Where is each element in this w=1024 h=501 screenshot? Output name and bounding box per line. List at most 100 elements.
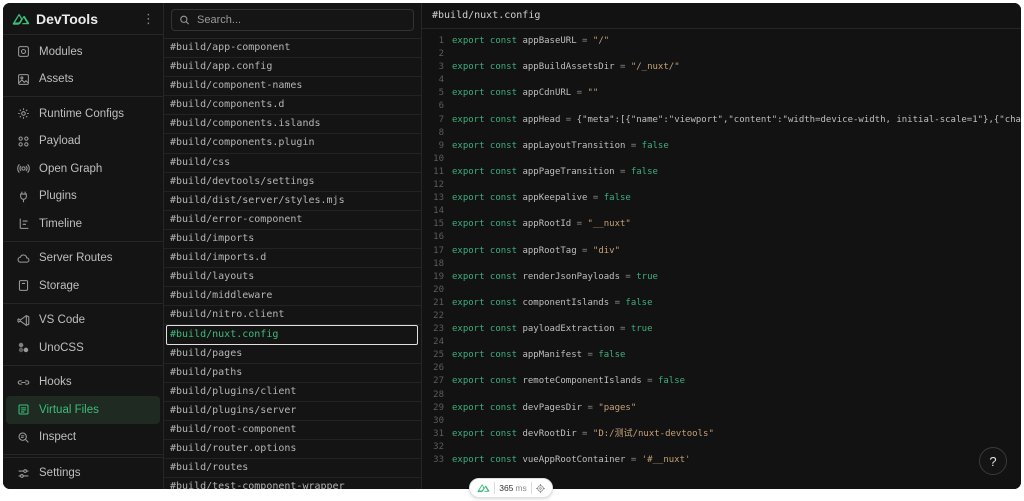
code-line: 30	[422, 415, 1021, 428]
help-button[interactable]: ?	[979, 447, 1007, 475]
file-item[interactable]: #build/imports	[164, 230, 421, 250]
sidebar-item-storage[interactable]: Storage	[6, 272, 160, 300]
file-item[interactable]: #build/nitro.client	[164, 306, 421, 326]
code-identifier: appBuildAssetsDir	[522, 62, 615, 73]
code-line: 32	[422, 441, 1021, 454]
sidebar-item-payload[interactable]: Payload	[6, 128, 160, 156]
code-file-title: #build/nuxt.config	[422, 3, 1021, 29]
vscode-icon	[16, 313, 30, 327]
file-item[interactable]: #build/routes	[164, 459, 421, 479]
file-item[interactable]: #build/test-component-wrapper	[164, 478, 421, 489]
file-item[interactable]: #build/devtools/settings	[164, 173, 421, 192]
file-item[interactable]: #build/layouts	[164, 268, 421, 288]
sidebar-item-vs-code[interactable]: VS Code	[6, 307, 160, 335]
code-line: 11 export const appPageTransition = false	[422, 166, 1021, 179]
file-item[interactable]: #build/component-names	[164, 77, 421, 97]
code-line: 9 export const appLayoutTransition = fals…	[422, 140, 1021, 153]
devtools-window: DevTools ⋮ Modules Assets Runtime Configs P…	[3, 3, 1021, 489]
sidebar-item-label: Modules	[39, 45, 83, 58]
timeline-icon	[16, 217, 30, 231]
file-item[interactable]: #build/components.islands	[164, 115, 421, 135]
file-list: #build/app-component #build/app.config #bu…	[164, 39, 421, 489]
file-item[interactable]: #build/imports.d	[164, 249, 421, 269]
code-line: 3 export const appBuildAssetsDir = "/_nux…	[422, 61, 1021, 74]
file-item[interactable]: #build/components.d	[164, 96, 421, 116]
code-keyword: export const	[452, 193, 518, 204]
sidebar-item-server-routes[interactable]: Server Routes	[6, 245, 160, 273]
sidebar-item-virtual-files[interactable]: Virtual Files	[6, 396, 160, 424]
file-item-active[interactable]: #build/nuxt.config	[166, 325, 418, 345]
devtools-timing-pill[interactable]: 365 ms	[469, 478, 553, 498]
app-name: DevTools	[36, 10, 98, 27]
line-number: 25	[433, 350, 444, 361]
file-item[interactable]: #build/components.plugin	[164, 134, 421, 154]
divider	[494, 482, 496, 494]
sidebar-item-label: Runtime Configs	[39, 107, 125, 120]
sidebar-footer: Settings	[3, 456, 163, 490]
sidebar-item-unocss[interactable]: UnoCSS	[6, 334, 160, 362]
code-viewer: #build/nuxt.config 1 export const appBase…	[422, 3, 1021, 489]
line-number: 3	[438, 62, 444, 73]
file-item[interactable]: #build/middleware	[164, 287, 421, 307]
code-value: "pages"	[598, 402, 637, 413]
code-text: export const appRootId = "__nuxt"	[452, 219, 631, 230]
sidebar-item-open-graph[interactable]: Open Graph	[6, 155, 160, 183]
code-text: export const appPageTransition = false	[452, 166, 658, 177]
search-input[interactable]	[197, 14, 406, 26]
code-value: "D:/测试/nuxt-devtools"	[592, 428, 714, 439]
sidebar-nav: Modules Assets Runtime Configs Payload Open …	[3, 35, 163, 455]
code-value: "div"	[592, 245, 620, 256]
line-number: 11	[433, 166, 444, 177]
sidebar-item-settings[interactable]: Settings	[6, 460, 160, 488]
file-item[interactable]: #build/app.config	[164, 58, 421, 78]
sidebar-item-runtime-configs[interactable]: Runtime Configs	[6, 100, 160, 128]
code-identifier: appCdnURL	[522, 88, 572, 99]
code-keyword: export const	[452, 324, 518, 335]
sidebar-item-modules[interactable]: Modules	[6, 38, 160, 66]
line-number: 24	[433, 337, 444, 348]
open-graph-icon	[16, 162, 30, 176]
modules-icon	[16, 45, 30, 59]
search-box	[171, 9, 414, 31]
code-keyword: export const	[452, 36, 518, 46]
file-item[interactable]: #build/app-component	[164, 39, 421, 59]
code-line: 26	[422, 362, 1021, 375]
sidebar-item-label: Hooks	[39, 376, 72, 389]
code-value: false	[603, 193, 631, 204]
line-number: 26	[433, 363, 444, 374]
file-item[interactable]: #build/dist/server/styles.mjs	[164, 192, 421, 211]
line-number: 7	[438, 114, 444, 125]
file-item[interactable]: #build/plugins/server	[164, 402, 421, 421]
file-item[interactable]: #build/css	[164, 154, 421, 173]
sidebar-item-inspect[interactable]: Inspect	[6, 424, 160, 452]
code-text: export const appManifest = false	[452, 350, 626, 361]
sidebar-item-label: VS Code	[39, 314, 86, 327]
sidebar-item-timeline[interactable]: Timeline	[6, 210, 160, 238]
sidebar-item-label: Timeline	[39, 217, 83, 230]
code-line: 22	[422, 310, 1021, 323]
file-item[interactable]: #build/paths	[164, 364, 421, 383]
file-item[interactable]: #build/router.options	[164, 440, 421, 460]
file-item[interactable]: #build/plugins/client	[164, 383, 421, 402]
code-line: 14	[422, 205, 1021, 218]
line-number: 28	[433, 389, 444, 400]
code-line: 16	[422, 231, 1021, 244]
sidebar-item-plugins[interactable]: Plugins	[6, 183, 160, 211]
sidebar-group: Runtime Configs Payload Open Graph Plugins T…	[3, 97, 163, 242]
file-item[interactable]: #build/root-component	[164, 421, 421, 440]
sidebar-item-label: Settings	[39, 467, 81, 480]
line-number: 22	[433, 310, 444, 321]
settings-icon	[16, 466, 30, 480]
render-time: 365 ms	[499, 483, 527, 493]
code-value: "__nuxt"	[587, 219, 631, 230]
line-number: 5	[438, 88, 444, 99]
code-identifier: renderJsonPayloads	[522, 271, 620, 282]
code-identifier: devRootDir	[522, 428, 577, 439]
code-text: export const devPagesDir = "pages"	[452, 402, 637, 413]
sidebar-item-hooks[interactable]: Hooks	[6, 369, 160, 397]
more-options-icon[interactable]: ⋮	[142, 11, 155, 27]
sidebar-item-label: Assets	[39, 73, 74, 86]
sidebar-item-assets[interactable]: Assets	[6, 66, 160, 94]
file-item[interactable]: #build/pages	[164, 345, 421, 364]
file-item[interactable]: #build/error-component	[164, 211, 421, 230]
